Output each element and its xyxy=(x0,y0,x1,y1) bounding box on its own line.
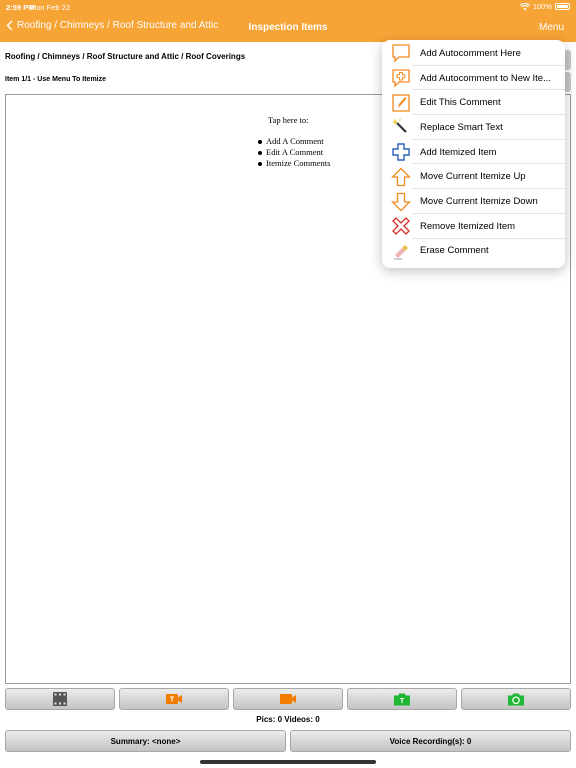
take-photo-button[interactable] xyxy=(461,688,571,710)
battery-icon xyxy=(555,3,570,10)
eraser-icon xyxy=(390,241,412,261)
menu-item-erase-comment[interactable]: Erase Comment xyxy=(382,239,565,264)
arrow-up-icon xyxy=(390,167,412,187)
menu-item-label: Replace Smart Text xyxy=(420,121,503,133)
comment-instructions-title: Tap here to: xyxy=(268,115,309,125)
menu-item-label: Erase Comment xyxy=(420,245,489,257)
pencil-icon xyxy=(390,93,412,113)
film-icon xyxy=(53,692,67,706)
plus-outline-icon xyxy=(390,142,412,162)
menu-item-move-down[interactable]: Move Current Itemize Down xyxy=(382,189,565,214)
camera-text-button[interactable] xyxy=(347,688,457,710)
arrow-down-icon xyxy=(390,192,412,212)
summary-button[interactable]: Summary: <none> xyxy=(5,730,286,752)
home-indicator xyxy=(200,760,376,764)
magic-wand-icon xyxy=(390,117,412,137)
camera-text-icon xyxy=(394,693,410,706)
menu-item-label: Move Current Itemize Down xyxy=(420,196,538,208)
wifi-icon xyxy=(519,2,530,10)
speech-bubble-icon xyxy=(390,43,412,63)
menu-item-add-itemized[interactable]: Add Itemized Item xyxy=(382,140,565,165)
list-item: Itemize Comments xyxy=(257,158,331,168)
film-strip-button[interactable] xyxy=(5,688,115,710)
red-x-icon xyxy=(390,216,412,236)
item-label: Item 1/1 - Use Menu To Itemize xyxy=(5,76,107,83)
menu-item-label: Remove Itemized Item xyxy=(420,220,516,232)
speech-bubble-plus-icon xyxy=(390,68,412,88)
dropdown-menu: Add Autocomment Here Add Autocomment to … xyxy=(382,40,565,268)
video-text-icon xyxy=(166,694,182,704)
menu-item-add-autocomment[interactable]: Add Autocomment Here xyxy=(382,41,565,66)
media-counts: Pics: 0 Videos: 0 xyxy=(256,715,320,724)
menu-item-label: Add Autocomment to New Ite... xyxy=(420,72,551,84)
list-item: Add A Comment xyxy=(257,136,330,147)
menu-button[interactable]: Menu xyxy=(539,22,564,33)
status-date: Mon Feb 22 xyxy=(30,3,71,12)
status-right: 100% xyxy=(519,2,570,11)
menu-item-label: Move Current Itemize Up xyxy=(420,171,526,183)
menu-item-edit-comment[interactable]: Edit This Comment xyxy=(382,90,565,116)
menu-item-move-up[interactable]: Move Current Itemize Up xyxy=(382,165,565,190)
breadcrumb: Roofing / Chimneys / Roof Structure and … xyxy=(5,52,246,61)
menu-item-remove-itemized[interactable]: Remove Itemized Item xyxy=(382,214,565,239)
nav-bar: 2:59 PM Mon Feb 22 100% Roofing / Chimne… xyxy=(0,0,576,42)
menu-item-replace-smart-text[interactable]: Replace Smart Text xyxy=(382,115,565,140)
record-video-button[interactable] xyxy=(233,688,343,710)
back-button[interactable]: Roofing / Chimneys / Roof Structure and … xyxy=(6,20,218,31)
back-button-label: Roofing / Chimneys / Roof Structure and … xyxy=(17,20,219,31)
comment-instructions-list: Add A Comment Edit A Comment Itemize Com… xyxy=(257,136,331,169)
menu-item-label: Edit This Comment xyxy=(420,97,501,109)
camera-icon xyxy=(508,693,524,706)
chevron-left-icon xyxy=(6,20,13,31)
menu-item-add-autocomment-new[interactable]: Add Autocomment to New Ite... xyxy=(382,66,565,91)
battery-percent: 100% xyxy=(532,2,552,11)
voice-recordings-button[interactable]: Voice Recording(s): 0 xyxy=(290,730,571,752)
video-text-button[interactable] xyxy=(119,688,229,710)
status-bar: 2:59 PM Mon Feb 22 100% xyxy=(0,0,576,14)
video-camera-icon xyxy=(280,694,296,704)
menu-item-label: Add Autocomment Here xyxy=(420,47,521,59)
menu-item-label: Add Itemized Item xyxy=(420,146,497,158)
list-item: Edit A Comment xyxy=(257,147,330,158)
